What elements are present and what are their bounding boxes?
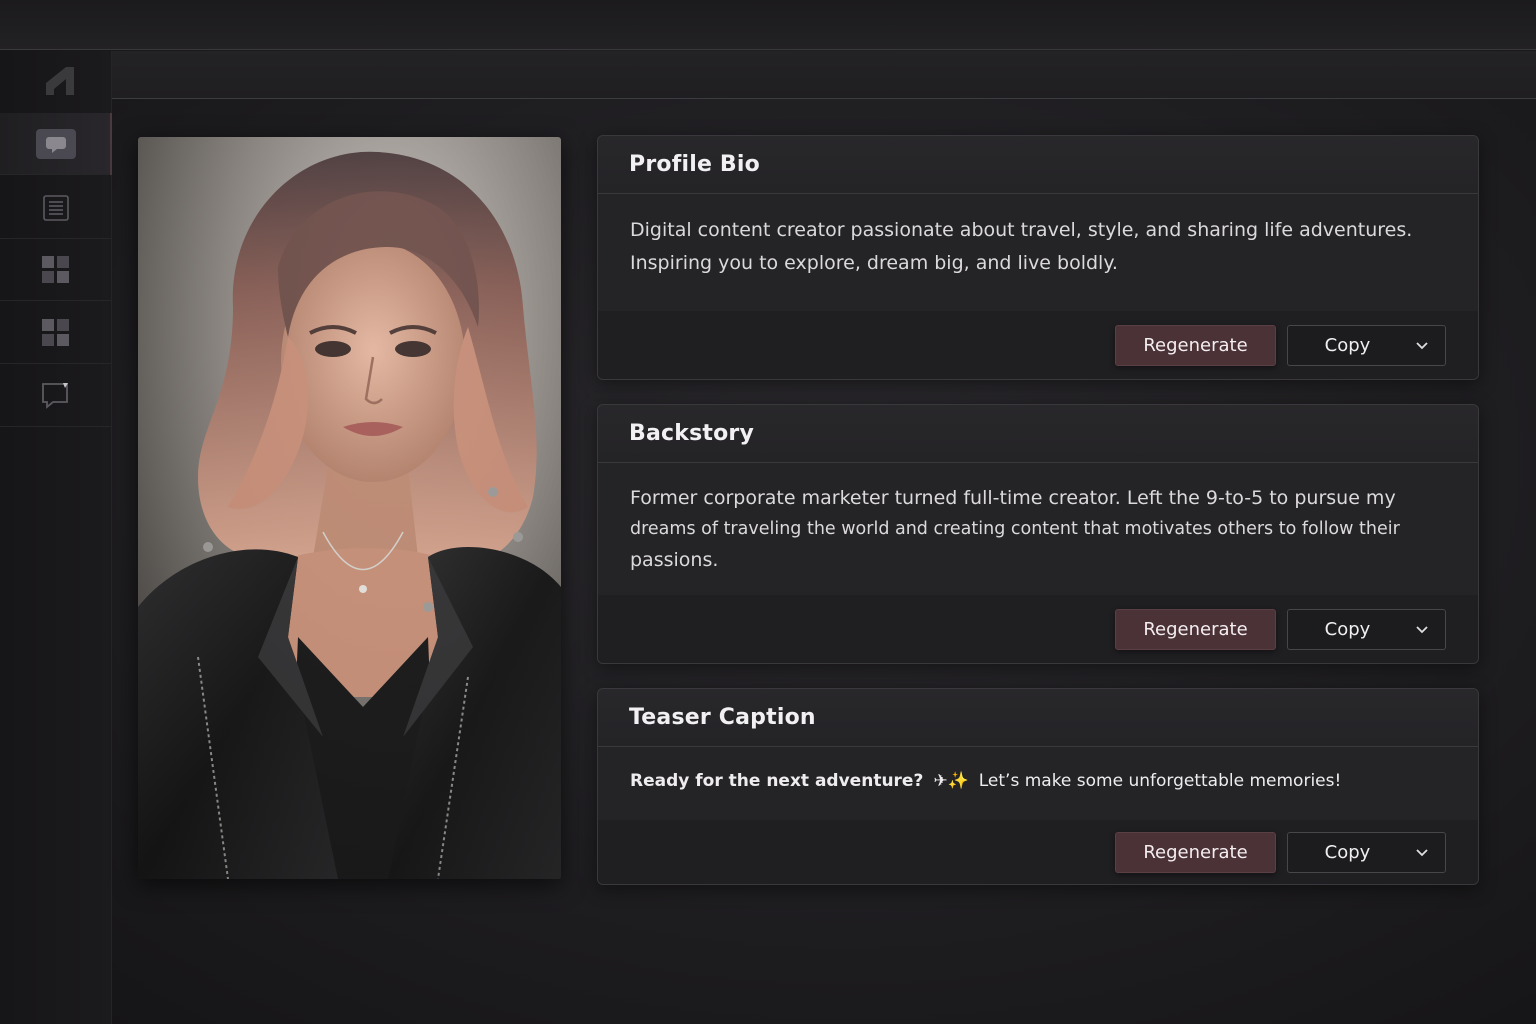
copy-button[interactable]: Copy <box>1287 832 1446 873</box>
copy-label: Copy <box>1324 842 1371 863</box>
chat-bubble-icon <box>35 128 76 159</box>
sidebar-item-documents[interactable] <box>0 177 111 239</box>
sidebar <box>0 51 112 1024</box>
card-title: Profile Bio <box>629 152 760 177</box>
document-lines-icon <box>42 194 69 221</box>
profile-bio-card: Profile Bio Digital content creator pass… <box>597 135 1479 380</box>
bio-line-2: Inspiring you to explore, dream big, and… <box>630 252 1118 274</box>
logo-icon <box>46 67 74 95</box>
teaser-caption-card: Teaser Caption Ready for the next advent… <box>597 688 1479 885</box>
copy-button[interactable]: Copy <box>1287 609 1446 650</box>
copy-label: Copy <box>1324 335 1371 356</box>
backstory-card: Backstory Former corporate marketer turn… <box>597 404 1479 664</box>
card-title: Teaser Caption <box>629 705 816 730</box>
teaser-rest: Let’s make some unforgettable memories! <box>978 771 1342 791</box>
grid-icon <box>41 318 69 346</box>
backstory-line-2: dreams of traveling the world and creati… <box>630 519 1400 539</box>
copy-button[interactable]: Copy <box>1287 325 1446 366</box>
backstory-line-3: passions. <box>630 549 719 571</box>
card-body: Ready for the next adventure? ✈✨ Let’s m… <box>598 747 1478 798</box>
comment-icon <box>41 382 68 409</box>
chevron-down-icon[interactable] <box>1399 833 1445 872</box>
app-root: Profile Bio Digital content creator pass… <box>0 0 1536 1024</box>
card-actions: Regenerate Copy <box>598 311 1478 379</box>
regenerate-button[interactable]: Regenerate <box>1115 325 1276 366</box>
sidebar-item-layouts[interactable] <box>0 302 111 364</box>
grid-icon <box>41 255 69 283</box>
copy-label: Copy <box>1324 619 1371 640</box>
chevron-down-icon[interactable] <box>1399 326 1445 365</box>
teaser-lead: Ready for the next adventure? <box>630 771 924 791</box>
bio-line-1: Digital content creator passionate about… <box>630 219 1413 241</box>
airplane-sparkle-icon: ✈✨ <box>933 771 969 791</box>
card-actions: Regenerate Copy <box>598 820 1478 884</box>
teaser-text: Ready for the next adventure? ✈✨ Let’s m… <box>630 765 1446 798</box>
regenerate-button[interactable]: Regenerate <box>1115 832 1276 873</box>
card-header: Backstory <box>598 405 1478 463</box>
chevron-down-icon[interactable] <box>1399 610 1445 649</box>
card-actions: Regenerate Copy <box>598 595 1478 663</box>
sidebar-item-chat[interactable] <box>0 113 112 175</box>
card-header: Profile Bio <box>598 136 1478 194</box>
backstory-line-1: Former corporate marketer turned full-ti… <box>630 487 1396 509</box>
card-header: Teaser Caption <box>598 689 1478 747</box>
card-body: Digital content creator passionate about… <box>598 194 1478 280</box>
sidebar-item-gallery[interactable] <box>0 239 111 301</box>
sidebar-item-comments[interactable] <box>0 365 111 427</box>
card-title: Backstory <box>629 421 755 446</box>
card-body: Former corporate marketer turned full-ti… <box>598 463 1478 576</box>
toolbar <box>112 51 1536 99</box>
profile-photo <box>138 137 561 879</box>
regenerate-button[interactable]: Regenerate <box>1115 609 1276 650</box>
top-bar <box>0 0 1536 50</box>
